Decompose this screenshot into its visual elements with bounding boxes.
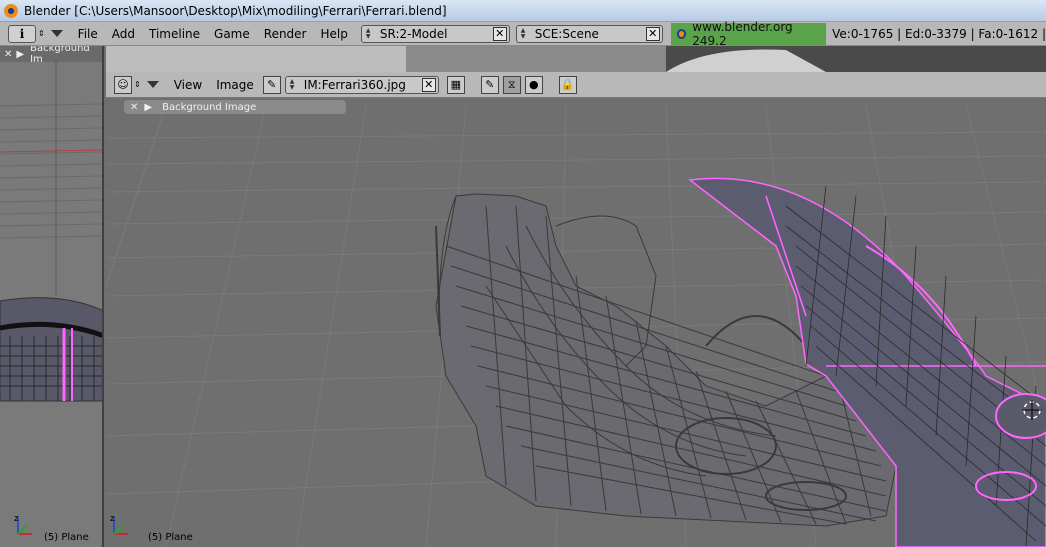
screen-name: SR:2-Model [379, 26, 448, 41]
headlight-ring [995, 393, 1046, 439]
left-axis-z-icon: z [14, 514, 19, 524]
menu-timeline[interactable]: Timeline [142, 27, 207, 41]
screen-selector[interactable]: ▲ ▼ SR:2-Model ✕ [360, 24, 510, 43]
image-selector[interactable]: ▲ ▼ IM:Ferrari360.jpg ✕ [284, 75, 439, 94]
window-type-spinner-icon[interactable]: ⇕ [38, 29, 45, 38]
left-grid [0, 103, 102, 239]
left-car-mesh [0, 297, 102, 402]
image-unlink-icon[interactable]: ✕ [421, 77, 436, 92]
window-type-spinner-icon[interactable]: ⇕ [134, 80, 141, 89]
pin-icon[interactable]: ✎ [262, 75, 281, 94]
collapse-menu-icon[interactable] [50, 30, 63, 37]
scene-name: SCE:Scene [534, 26, 599, 41]
background-image-panel[interactable]: ✕ ▶ Background Image [124, 100, 346, 114]
mesh-stats: Ve:0-1765 | Ed:0-3379 | Fa:0-1612 | [832, 26, 1046, 41]
main-3d-viewport[interactable]: ☺ ⇕ View Image ✎ ▲ ▼ IM:Ferrari360.jpg ✕ … [106, 46, 1046, 547]
image-pack-icon[interactable]: ▦ [446, 75, 465, 94]
image-name: IM:Ferrari360.jpg [303, 77, 406, 92]
left-object-label: (5) Plane [44, 532, 89, 543]
menu-file[interactable]: File [71, 27, 105, 41]
blender-logo-icon [4, 3, 18, 18]
main-axis-gizmo [113, 518, 128, 535]
website-link[interactable]: www.blender.org 249.2 [670, 19, 827, 48]
menu-game[interactable]: Game [207, 27, 257, 41]
window-type-button[interactable]: i [8, 24, 36, 43]
menu-view[interactable]: View [167, 78, 209, 92]
info-icon: i [19, 26, 25, 41]
lock-icon[interactable]: 🔒 [558, 75, 577, 94]
menu-render[interactable]: Render [257, 27, 314, 41]
paint-brush-icon[interactable]: ✎ [480, 75, 499, 94]
scene-selector[interactable]: ▲ ▼ SCE:Scene ✕ [515, 24, 663, 43]
website-label: www.blender.org 249.2 [692, 19, 793, 48]
bg-panel-label: Background Image [162, 101, 257, 113]
info-header: i ⇕ File Add Timeline Game Render Help ▲… [0, 19, 1046, 48]
x-axis-line [0, 149, 102, 153]
menu-help[interactable]: Help [314, 27, 355, 41]
left-viewport-canvas [0, 62, 102, 535]
left-axis-gizmo [17, 518, 32, 535]
screen-delete-icon[interactable]: ✕ [492, 26, 507, 41]
screen-spinner-icon[interactable]: ▲ ▼ [366, 27, 376, 41]
menu-add[interactable]: Add [105, 27, 142, 41]
main-axis-z-icon: z [110, 514, 115, 524]
main-viewport-canvas [106, 46, 1046, 547]
menu-image[interactable]: Image [209, 78, 261, 92]
scene-spinner-icon[interactable]: ▲ ▼ [521, 27, 531, 41]
bg-panel-expand-icon[interactable]: ▶ [144, 102, 152, 113]
record-dot-icon[interactable]: ● [524, 75, 543, 94]
background-image-region-1 [106, 46, 406, 72]
window-titlebar: Blender [C:\Users\Mansoor\Desktop\Mix\mo… [0, 0, 1046, 22]
bg-panel-close-icon[interactable]: ✕ [130, 102, 138, 113]
image-spinner-icon[interactable]: ▲ ▼ [290, 78, 300, 92]
window-title: Blender [C:\Users\Mansoor\Desktop\Mix\mo… [24, 3, 447, 18]
blender-logo-small-icon [676, 28, 687, 39]
window-type-image-icon[interactable]: ☺ [114, 75, 132, 94]
image-window-header: ☺ ⇕ View Image ✎ ▲ ▼ IM:Ferrari360.jpg ✕ … [106, 72, 1046, 98]
scene-delete-icon[interactable]: ✕ [645, 26, 660, 41]
header-collapse-icon[interactable] [146, 81, 159, 88]
main-object-label: (5) Plane [148, 532, 193, 543]
uv-sync-icon[interactable]: ⧖ [502, 75, 521, 94]
left-3d-viewport[interactable]: ✕ ▶ Background Im z (5) Plane [0, 46, 104, 547]
